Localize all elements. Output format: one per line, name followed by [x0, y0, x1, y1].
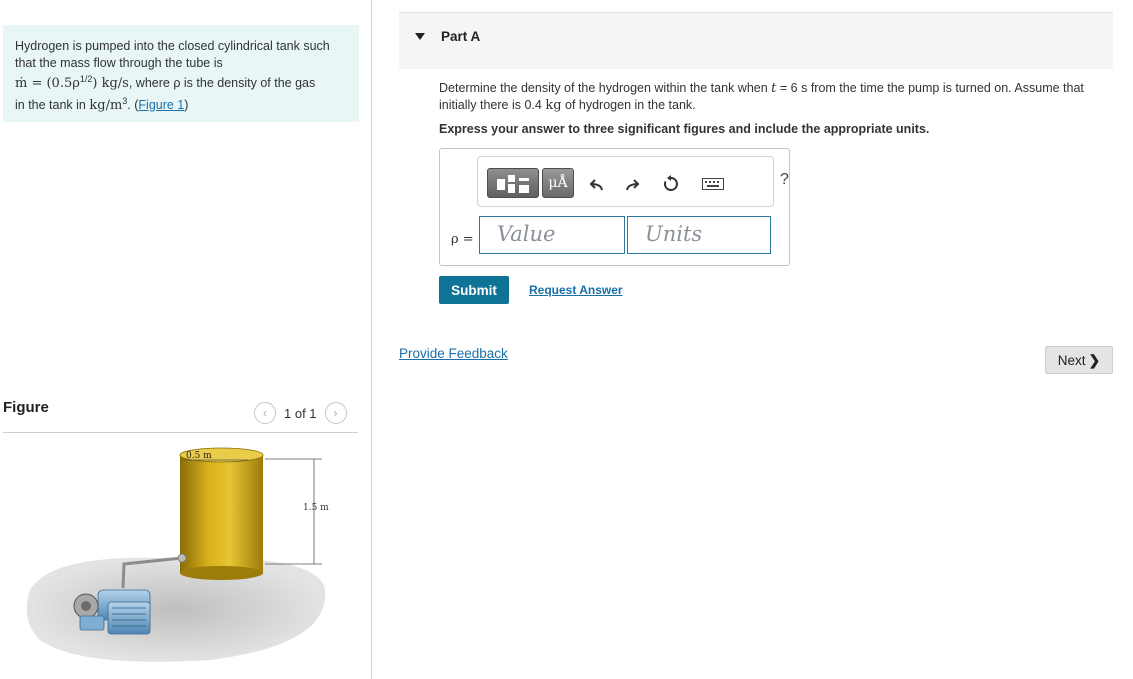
pump: [73, 589, 151, 635]
height-label: 1.5 m: [303, 503, 329, 513]
tank: [179, 447, 264, 580]
figure-navigation: ‹ 1 of 1 ›: [254, 401, 347, 425]
help-icon[interactable]: ?: [780, 171, 789, 189]
reset-icon[interactable]: [660, 173, 682, 195]
problem-line-4: in the tank in kg/m3. (Figure 1): [15, 93, 347, 115]
chevron-right-icon: ❯: [1088, 351, 1101, 368]
units-button[interactable]: μÅ: [542, 168, 574, 198]
question-t: t: [771, 81, 777, 96]
question-kg: kg: [545, 98, 562, 113]
column-divider: [371, 0, 372, 679]
tank-figure: 1.5 m 0.5 m: [26, 447, 329, 662]
instruction-text: Express your answer to three significant…: [439, 122, 930, 136]
figure-title: Figure: [3, 399, 49, 416]
part-a-header[interactable]: Part A: [399, 12, 1113, 69]
redo-icon[interactable]: [621, 173, 643, 195]
question-text: Determine the density of the hydrogen wi…: [439, 80, 1119, 114]
value-input[interactable]: Value: [479, 216, 625, 254]
problem-line-1: Hydrogen is pumped into the closed cylin…: [15, 39, 330, 53]
keyboard-icon[interactable]: [699, 173, 727, 195]
line4-suffix: . (: [127, 97, 139, 112]
question-mid: from the time the pump is turned on. Ass…: [810, 81, 1084, 95]
chevron-left-icon[interactable]: ‹: [254, 402, 276, 424]
close-paren: ): [184, 97, 189, 112]
chevron-right-icon[interactable]: ›: [324, 402, 347, 424]
figure-link[interactable]: Figure 1: [138, 98, 184, 112]
question-eq: = 6: [779, 81, 798, 95]
formula-tail: , where ρ is the density of the gas: [128, 76, 316, 91]
formula-units: ) kg/s: [92, 76, 129, 92]
problem-line-2: that the mass flow through the tube is: [15, 55, 223, 70]
diameter-label: 0.5 m: [186, 451, 212, 461]
next-button[interactable]: Next ❯: [1045, 346, 1113, 374]
ground-shadow: [26, 557, 326, 662]
next-label: Next: [1057, 352, 1086, 368]
density-units: kg/m: [89, 97, 123, 113]
formula-exponent: 1/2: [79, 74, 93, 84]
answer-box: μÅ ? ρ = Value Units: [439, 148, 790, 266]
undo-icon[interactable]: [586, 173, 608, 195]
submit-button[interactable]: Submit: [439, 276, 509, 304]
mass-flow-formula: ṁ = (0.5ρ: [15, 76, 80, 92]
line4-prefix: in the tank in: [15, 97, 86, 112]
units-input[interactable]: Units: [627, 216, 771, 254]
question-line2-suffix: of hydrogen in the tank.: [565, 98, 696, 112]
problem-statement: Hydrogen is pumped into the closed cylin…: [3, 25, 359, 122]
provide-feedback-link[interactable]: Provide Feedback: [399, 346, 508, 361]
figure-divider: [3, 432, 358, 433]
collapse-triangle-icon[interactable]: [415, 33, 425, 40]
problem-line-3: ṁ = (0.5ρ1/2) kg/s, where ρ is the densi…: [15, 71, 347, 93]
templates-icon[interactable]: [487, 168, 539, 198]
part-title: Part A: [441, 29, 481, 44]
request-answer-link[interactable]: Request Answer: [529, 283, 623, 297]
question-s: s: [801, 81, 808, 95]
question-line2-prefix: initially there is 0.4: [439, 98, 542, 112]
rho-label: ρ =: [451, 232, 474, 247]
figure-count: 1 of 1: [284, 405, 317, 421]
question-prefix: Determine the density of the hydrogen wi…: [439, 81, 768, 95]
math-toolbar: μÅ ?: [477, 156, 789, 207]
